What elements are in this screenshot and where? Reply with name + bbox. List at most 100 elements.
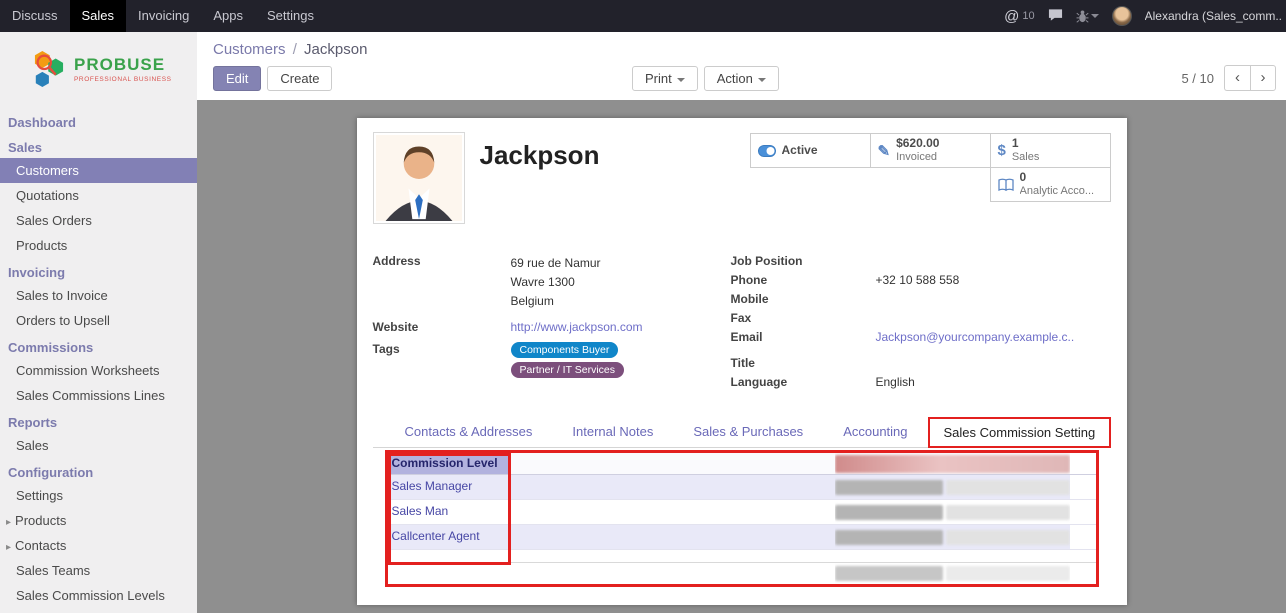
sidebar-item-settings[interactable]: Settings	[0, 483, 197, 508]
sidebar-item-products[interactable]: Products	[0, 233, 197, 258]
edit-button[interactable]: Edit	[213, 66, 261, 91]
sidebar-item-sales-report[interactable]: Sales	[0, 433, 197, 458]
sidebar-item-sales-commission-levels[interactable]: Sales Commission Levels	[0, 583, 197, 608]
logo-hexagons-icon	[30, 48, 68, 90]
sidebar-item-config-contacts[interactable]: ▸Contacts	[0, 533, 197, 558]
commission-table: Commission Level Sales Manager Sales Man	[385, 450, 1099, 587]
sidebar-item-sales-to-invoice[interactable]: Sales to Invoice	[0, 283, 197, 308]
chat-icon[interactable]	[1048, 8, 1063, 25]
language-label: Language	[731, 375, 876, 392]
fax-label: Fax	[731, 311, 876, 328]
chevron-down-icon	[1091, 14, 1099, 22]
sidebar-item-orders-to-upsell[interactable]: Orders to Upsell	[0, 308, 197, 333]
sidebar-item-config-products[interactable]: ▸Products	[0, 508, 197, 533]
menu-sales[interactable]: Sales	[70, 0, 127, 32]
breadcrumb-current: Jackpson	[304, 41, 367, 58]
redacted-value	[835, 505, 943, 520]
page-title: Jackpson	[480, 140, 600, 228]
pager-previous-button[interactable]: ‹	[1224, 65, 1250, 91]
chevron-down-icon	[677, 78, 685, 86]
tab-internal-notes[interactable]: Internal Notes	[552, 416, 673, 447]
commission-level-cell: Sales Man	[388, 500, 508, 524]
table-row[interactable]: Sales Man	[388, 500, 1096, 525]
menu-settings[interactable]: Settings	[255, 0, 326, 32]
mentions-button[interactable]: @ 10	[1004, 8, 1034, 25]
chevron-down-icon	[758, 78, 766, 86]
sidebar-nav: Dashboard Sales Customers Quotations Sal…	[0, 102, 197, 608]
sidebar-item-quotations[interactable]: Quotations	[0, 183, 197, 208]
form-background: Jackpson Active ✎ $620.00	[197, 100, 1286, 613]
redacted-value	[946, 530, 1070, 545]
sidebar-item-commission-worksheets[interactable]: Commission Worksheets	[0, 358, 197, 383]
active-toggle-button[interactable]: Active	[750, 133, 871, 168]
redacted-value	[835, 530, 943, 545]
breadcrumb-separator: /	[290, 41, 300, 58]
action-dropdown[interactable]: Action	[704, 66, 779, 91]
print-dropdown[interactable]: Print	[632, 66, 698, 91]
create-button[interactable]: Create	[267, 66, 332, 91]
customer-photo[interactable]	[373, 132, 465, 224]
breadcrumb: Customers / Jackpson	[197, 32, 1286, 58]
analytic-accounts-stat-button[interactable]: 0 Analytic Acco...	[990, 167, 1111, 202]
email-label: Email	[731, 330, 876, 347]
sidebar-item-sales-teams[interactable]: Sales Teams	[0, 558, 197, 583]
table-row[interactable]: Sales Manager	[388, 475, 1096, 500]
commission-table-header-row: Commission Level	[388, 453, 1096, 475]
job-position-label: Job Position	[731, 254, 876, 271]
empty-table-row	[388, 562, 1096, 584]
sidebar-item-customers[interactable]: Customers	[0, 158, 197, 183]
redacted-value	[946, 505, 1070, 520]
sidebar-header-sales: Sales	[0, 133, 197, 158]
commission-level-header[interactable]: Commission Level	[388, 453, 508, 474]
username[interactable]: Alexandra (Sales_comm..	[1145, 9, 1282, 23]
website-link[interactable]: http://www.jackpson.com	[511, 320, 643, 337]
sidebar-header-configuration: Configuration	[0, 458, 197, 483]
user-avatar[interactable]	[1112, 6, 1132, 26]
commission-level-cell: Callcenter Agent	[388, 525, 508, 549]
menu-invoicing[interactable]: Invoicing	[126, 0, 201, 32]
redacted-header-highlight	[835, 455, 1070, 473]
menu-apps[interactable]: Apps	[201, 0, 255, 32]
sidebar: PROBUSE PROFESSIONAL BUSINESS Dashboard …	[0, 32, 197, 613]
customer-form-sheet: Jackpson Active ✎ $620.00	[357, 118, 1127, 605]
sales-stat-button[interactable]: $ 1 Sales	[990, 133, 1111, 168]
dollar-icon: $	[998, 142, 1006, 159]
logo-subtitle: PROFESSIONAL BUSINESS	[74, 76, 172, 83]
table-row[interactable]: Callcenter Agent	[388, 525, 1096, 550]
logo-title: PROBUSE	[74, 56, 172, 73]
tab-contacts-addresses[interactable]: Contacts & Addresses	[385, 416, 553, 447]
book-icon	[998, 178, 1014, 192]
sidebar-item-sales-orders[interactable]: Sales Orders	[0, 208, 197, 233]
tag-components-buyer: Components Buyer	[511, 342, 619, 358]
commission-level-cell: Sales Manager	[388, 475, 508, 499]
toggle-on-icon	[758, 145, 776, 157]
bug-icon[interactable]	[1076, 10, 1099, 23]
invoiced-stat-button[interactable]: ✎ $620.00 Invoiced	[870, 133, 991, 168]
sidebar-item-sales-commissions-lines[interactable]: Sales Commissions Lines	[0, 383, 197, 408]
sidebar-header-dashboard: Dashboard	[0, 108, 197, 133]
tab-accounting[interactable]: Accounting	[823, 416, 927, 447]
notebook-tabs: Contacts & Addresses Internal Notes Sale…	[373, 416, 1111, 448]
breadcrumb-customers[interactable]: Customers	[213, 41, 286, 58]
pager-count: 5 / 10	[1181, 71, 1214, 86]
pencil-icon: ✎	[878, 142, 891, 160]
at-icon: @	[1004, 8, 1019, 25]
tag-partner-it-services: Partner / IT Services	[511, 362, 625, 378]
title-label: Title	[731, 356, 876, 373]
expand-arrow-icon: ▸	[6, 542, 11, 553]
sidebar-header-commissions: Commissions	[0, 333, 197, 358]
address-label: Address	[373, 254, 511, 311]
pager-next-button[interactable]: ›	[1250, 65, 1276, 91]
probuse-logo: PROBUSE PROFESSIONAL BUSINESS	[0, 32, 197, 102]
menu-discuss[interactable]: Discuss	[0, 0, 70, 32]
phone-label: Phone	[731, 273, 876, 290]
redacted-value	[835, 480, 943, 495]
pager: 5 / 10 ‹ ›	[1181, 65, 1276, 91]
control-bar: Customers / Jackpson Edit Create Print A…	[197, 32, 1286, 100]
tab-sales-purchases[interactable]: Sales & Purchases	[673, 416, 823, 447]
email-link[interactable]: Jackpson@yourcompany.example.c..	[876, 330, 1075, 347]
empty-table-row	[388, 550, 1096, 562]
stat-buttons: Active ✎ $620.00 Invoiced	[751, 134, 1111, 202]
mention-count: 10	[1022, 10, 1034, 22]
tab-sales-commission-setting[interactable]: Sales Commission Setting	[928, 417, 1112, 448]
